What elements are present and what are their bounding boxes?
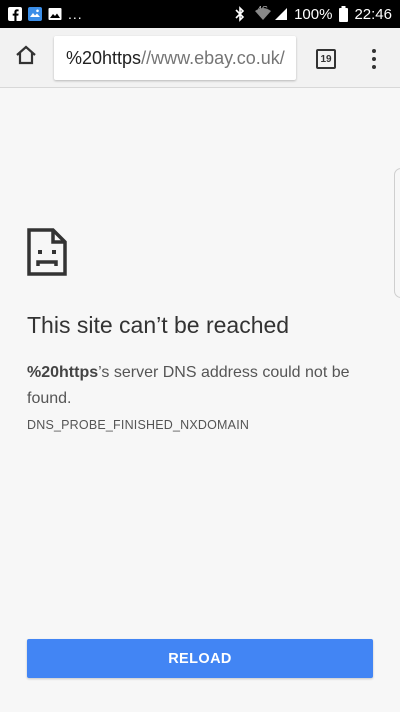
more-vert-dot — [372, 65, 376, 69]
bluetooth-icon — [233, 6, 247, 22]
error-code: DNS_PROBE_FINISHED_NXDOMAIN — [27, 418, 250, 432]
wifi-icon — [253, 7, 273, 21]
more-vert-icon — [372, 49, 376, 53]
home-button[interactable] — [0, 28, 52, 88]
tab-switcher-button[interactable]: 19 — [312, 46, 340, 72]
status-right: 4G 100% 22:46 — [233, 5, 392, 23]
reload-button[interactable]: RELOAD — [27, 639, 373, 678]
photos-icon — [28, 7, 42, 21]
battery-icon — [338, 6, 348, 22]
url-bar[interactable]: %20https//www.ebay.co.uk/ — [54, 36, 296, 80]
url-path: //www.ebay.co.uk/ — [141, 47, 285, 68]
url-host: %20https — [66, 47, 142, 68]
error-description: %20https’s server DNS address could not … — [27, 360, 357, 412]
menu-button[interactable] — [360, 42, 388, 76]
clock: 22:46 — [354, 5, 392, 23]
home-icon — [15, 45, 37, 70]
tabs-icon: 19 — [316, 49, 336, 69]
browser-toolbar: %20https//www.ebay.co.uk/ 19 — [0, 28, 400, 88]
signal-icon — [274, 7, 288, 21]
status-left: ... — [8, 6, 83, 22]
battery-percent: 100% — [294, 5, 333, 23]
facebook-icon — [8, 7, 22, 21]
edge-panel-handle[interactable] — [394, 168, 400, 298]
tab-count: 19 — [320, 53, 332, 65]
image-icon — [48, 7, 62, 21]
status-bar: ... 4G 100% 22:46 — [0, 0, 400, 28]
more-vert-dot — [372, 57, 376, 61]
sad-document-icon — [27, 228, 67, 276]
error-title: This site can’t be reached — [27, 312, 290, 338]
error-host: %20https — [27, 364, 99, 381]
more-notifications: ... — [68, 6, 83, 22]
